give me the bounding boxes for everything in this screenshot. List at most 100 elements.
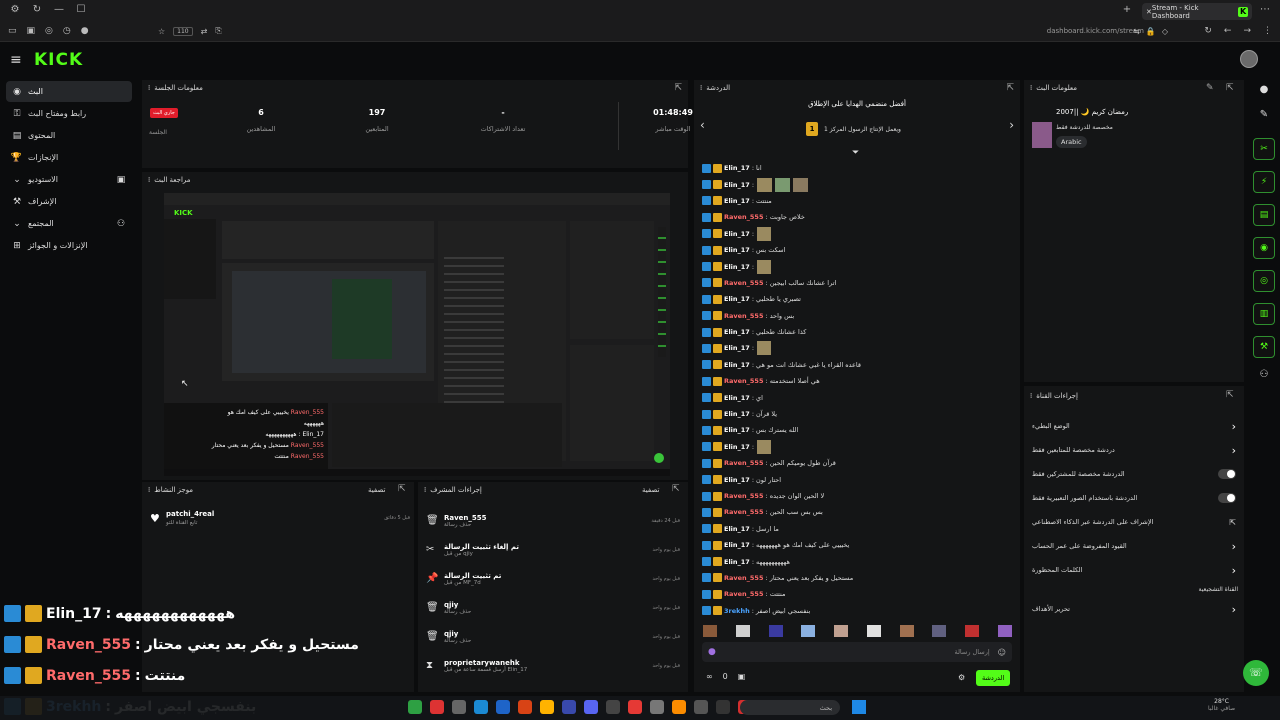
lightning-icon[interactable]: ⚡ [1253, 171, 1275, 193]
translate-icon[interactable]: ⇄ [201, 27, 208, 36]
history-icon[interactable]: ◷ [63, 26, 71, 36]
drag-handle-icon[interactable]: ⁞ [148, 84, 150, 92]
chat-username[interactable]: Elin_17 [724, 344, 750, 352]
chat-username[interactable]: Elin_17 [724, 394, 750, 402]
sidebar-item-achievements[interactable]: الإنجازات 🏆 [6, 147, 132, 168]
popout-icon[interactable]: ⇱ [672, 484, 680, 494]
emote-only-row[interactable]: الدردشة باستخدام الصور التعبيرية فقط [1024, 486, 1244, 510]
bookmark-star-icon[interactable]: ☆ [158, 27, 165, 36]
broadcast-icon[interactable]: ◎ [1253, 270, 1275, 292]
emote-icon[interactable] [866, 625, 881, 637]
chevron-left-icon[interactable]: ‹ [700, 118, 705, 132]
help-chat-button[interactable]: ☏ [1243, 660, 1269, 686]
sidebar-toggle-icon[interactable]: ▭ [8, 26, 17, 36]
account-age-row[interactable]: القيود المفروضة على عمر الحساب › [1024, 534, 1244, 558]
popout-icon[interactable]: ⇱ [1226, 390, 1234, 400]
emote-icon[interactable] [801, 625, 816, 637]
sidebar-item-live[interactable]: البث ◉ [6, 81, 132, 102]
community-icon[interactable]: ⚇ [1248, 369, 1280, 380]
chat-username[interactable]: 3rekhh [724, 607, 750, 615]
info-icon[interactable]: ● [81, 26, 89, 36]
edit-goals-row[interactable]: تحرير الأهداف › [1024, 597, 1244, 621]
page-menu-icon[interactable]: ⋮ [1263, 26, 1272, 36]
chat-username[interactable]: Elin_17 [724, 328, 750, 336]
app-icon[interactable] [694, 700, 708, 714]
followers-only-row[interactable]: دردشة مخصصة للمتابعين فقط › [1024, 438, 1244, 462]
drag-handle-icon[interactable]: ⁞ [148, 176, 150, 184]
weather-widget[interactable]: 28°C صافي غالبا [1208, 698, 1235, 712]
chat-username[interactable]: Elin_17 [724, 230, 750, 238]
edit-icon[interactable]: ✎ [1206, 83, 1214, 93]
sidebar-item-studio[interactable]: ▣ الاستوديو ⌄ [6, 169, 132, 190]
browser-menu-icon[interactable]: ⚙ [4, 4, 26, 15]
sidebar-item-community[interactable]: ⚇ المجتمع ⌄ [6, 213, 132, 234]
app-icon[interactable] [672, 700, 686, 714]
app-icon[interactable] [518, 700, 532, 714]
chat-username[interactable]: Elin_17 [724, 295, 750, 303]
tab-menu-icon[interactable]: ⋯ [1254, 4, 1276, 15]
new-tab-icon[interactable]: + [1116, 4, 1138, 15]
popout-icon[interactable]: ⇱ [674, 83, 682, 93]
emote-icon[interactable] [735, 625, 750, 637]
gift-icon[interactable]: ▣ [738, 672, 746, 681]
kick-logo[interactable]: KICK [34, 50, 83, 70]
app-icon[interactable] [584, 700, 598, 714]
drag-handle-icon[interactable]: ⁞ [700, 84, 702, 92]
lock-icon[interactable]: 🔒 [1146, 27, 1156, 36]
popout-icon[interactable]: ⇱ [1006, 83, 1014, 93]
emote-icon[interactable] [932, 625, 947, 637]
chat-username[interactable]: Elin_17 [724, 426, 750, 434]
chevron-right-icon[interactable]: › [1009, 118, 1014, 132]
chat-username[interactable]: Raven_555 [724, 312, 763, 320]
chat-username[interactable]: Raven_555 [724, 213, 763, 221]
emote-icon[interactable] [834, 625, 849, 637]
chat-username[interactable]: Raven_555 [724, 590, 763, 598]
extensions-icon[interactable]: ⇆ [1133, 27, 1140, 36]
chat-username[interactable]: Raven_555 [724, 574, 763, 582]
chat-username[interactable]: Elin_17 [724, 181, 750, 189]
app-icon[interactable] [716, 700, 730, 714]
slow-mode-row[interactable]: الوضع البطيء › [1024, 414, 1244, 438]
clip-icon[interactable]: ✂ [1253, 138, 1275, 160]
reload-icon[interactable]: ↻ [26, 4, 48, 15]
follower-name[interactable]: patchi_4real [166, 510, 214, 518]
emote-icon[interactable] [768, 625, 783, 637]
chat-settings-icon[interactable]: ⚙ [958, 673, 965, 682]
chat-username[interactable]: Elin_17 [724, 558, 750, 566]
hamburger-menu-icon[interactable]: ≡ [10, 52, 22, 68]
chat-username[interactable]: Raven_555 [724, 459, 763, 467]
chat-username[interactable]: Elin_17 [724, 361, 750, 369]
app-icon[interactable] [430, 700, 444, 714]
chat-bubble-icon[interactable]: ◉ [1253, 237, 1275, 259]
minimize-icon[interactable]: — [48, 4, 70, 15]
layout-icon[interactable]: ▥ [1253, 303, 1275, 325]
sidebar-item-moderation[interactable]: الإشراف ⚒ [6, 191, 132, 212]
app-icon[interactable] [606, 700, 620, 714]
ai-moderation-row[interactable]: الإشراف على الدردشة عبر الذكاء الاصطناعي… [1024, 510, 1244, 534]
emoji-icon[interactable]: ☺ [998, 648, 1006, 657]
chat-username[interactable]: Elin_17 [724, 525, 750, 533]
chat-username[interactable]: Elin_17 [724, 246, 750, 254]
chat-username[interactable]: Elin_17 [724, 164, 750, 172]
pencil-icon[interactable]: ✎ [1248, 109, 1280, 120]
subs-only-row[interactable]: الدردشة مخصصة للمشتركين فقط [1024, 462, 1244, 486]
chat-username[interactable]: Raven_555 [724, 508, 763, 516]
forward-icon[interactable]: → [1243, 26, 1251, 36]
app-icon[interactable] [452, 700, 466, 714]
user-avatar[interactable] [1240, 50, 1258, 68]
share-icon[interactable]: ⎘ [215, 26, 221, 36]
refresh-icon[interactable]: ↻ [1204, 26, 1212, 36]
drag-handle-icon[interactable]: ⁞ [1030, 84, 1032, 92]
chat-username[interactable]: Elin_17 [724, 541, 750, 549]
emote-only-toggle[interactable] [1218, 493, 1236, 503]
drag-handle-icon[interactable]: ⁞ [1030, 392, 1032, 400]
app-icon[interactable] [408, 700, 422, 714]
sidebar-item-content[interactable]: المحتوى ▤ [6, 125, 132, 146]
shield-icon[interactable]: ◇ [1162, 27, 1168, 36]
url-field[interactable]: dashboard.kick.com/stream [1047, 27, 1144, 35]
stream-preview-video[interactable]: KICK Raven_555 يخيييي على كيف امك هو ههه… [164, 193, 670, 476]
app-icon[interactable] [496, 700, 510, 714]
note-icon[interactable]: ▤ [1253, 204, 1275, 226]
app-icon[interactable] [650, 700, 664, 714]
app-icon[interactable] [474, 700, 488, 714]
